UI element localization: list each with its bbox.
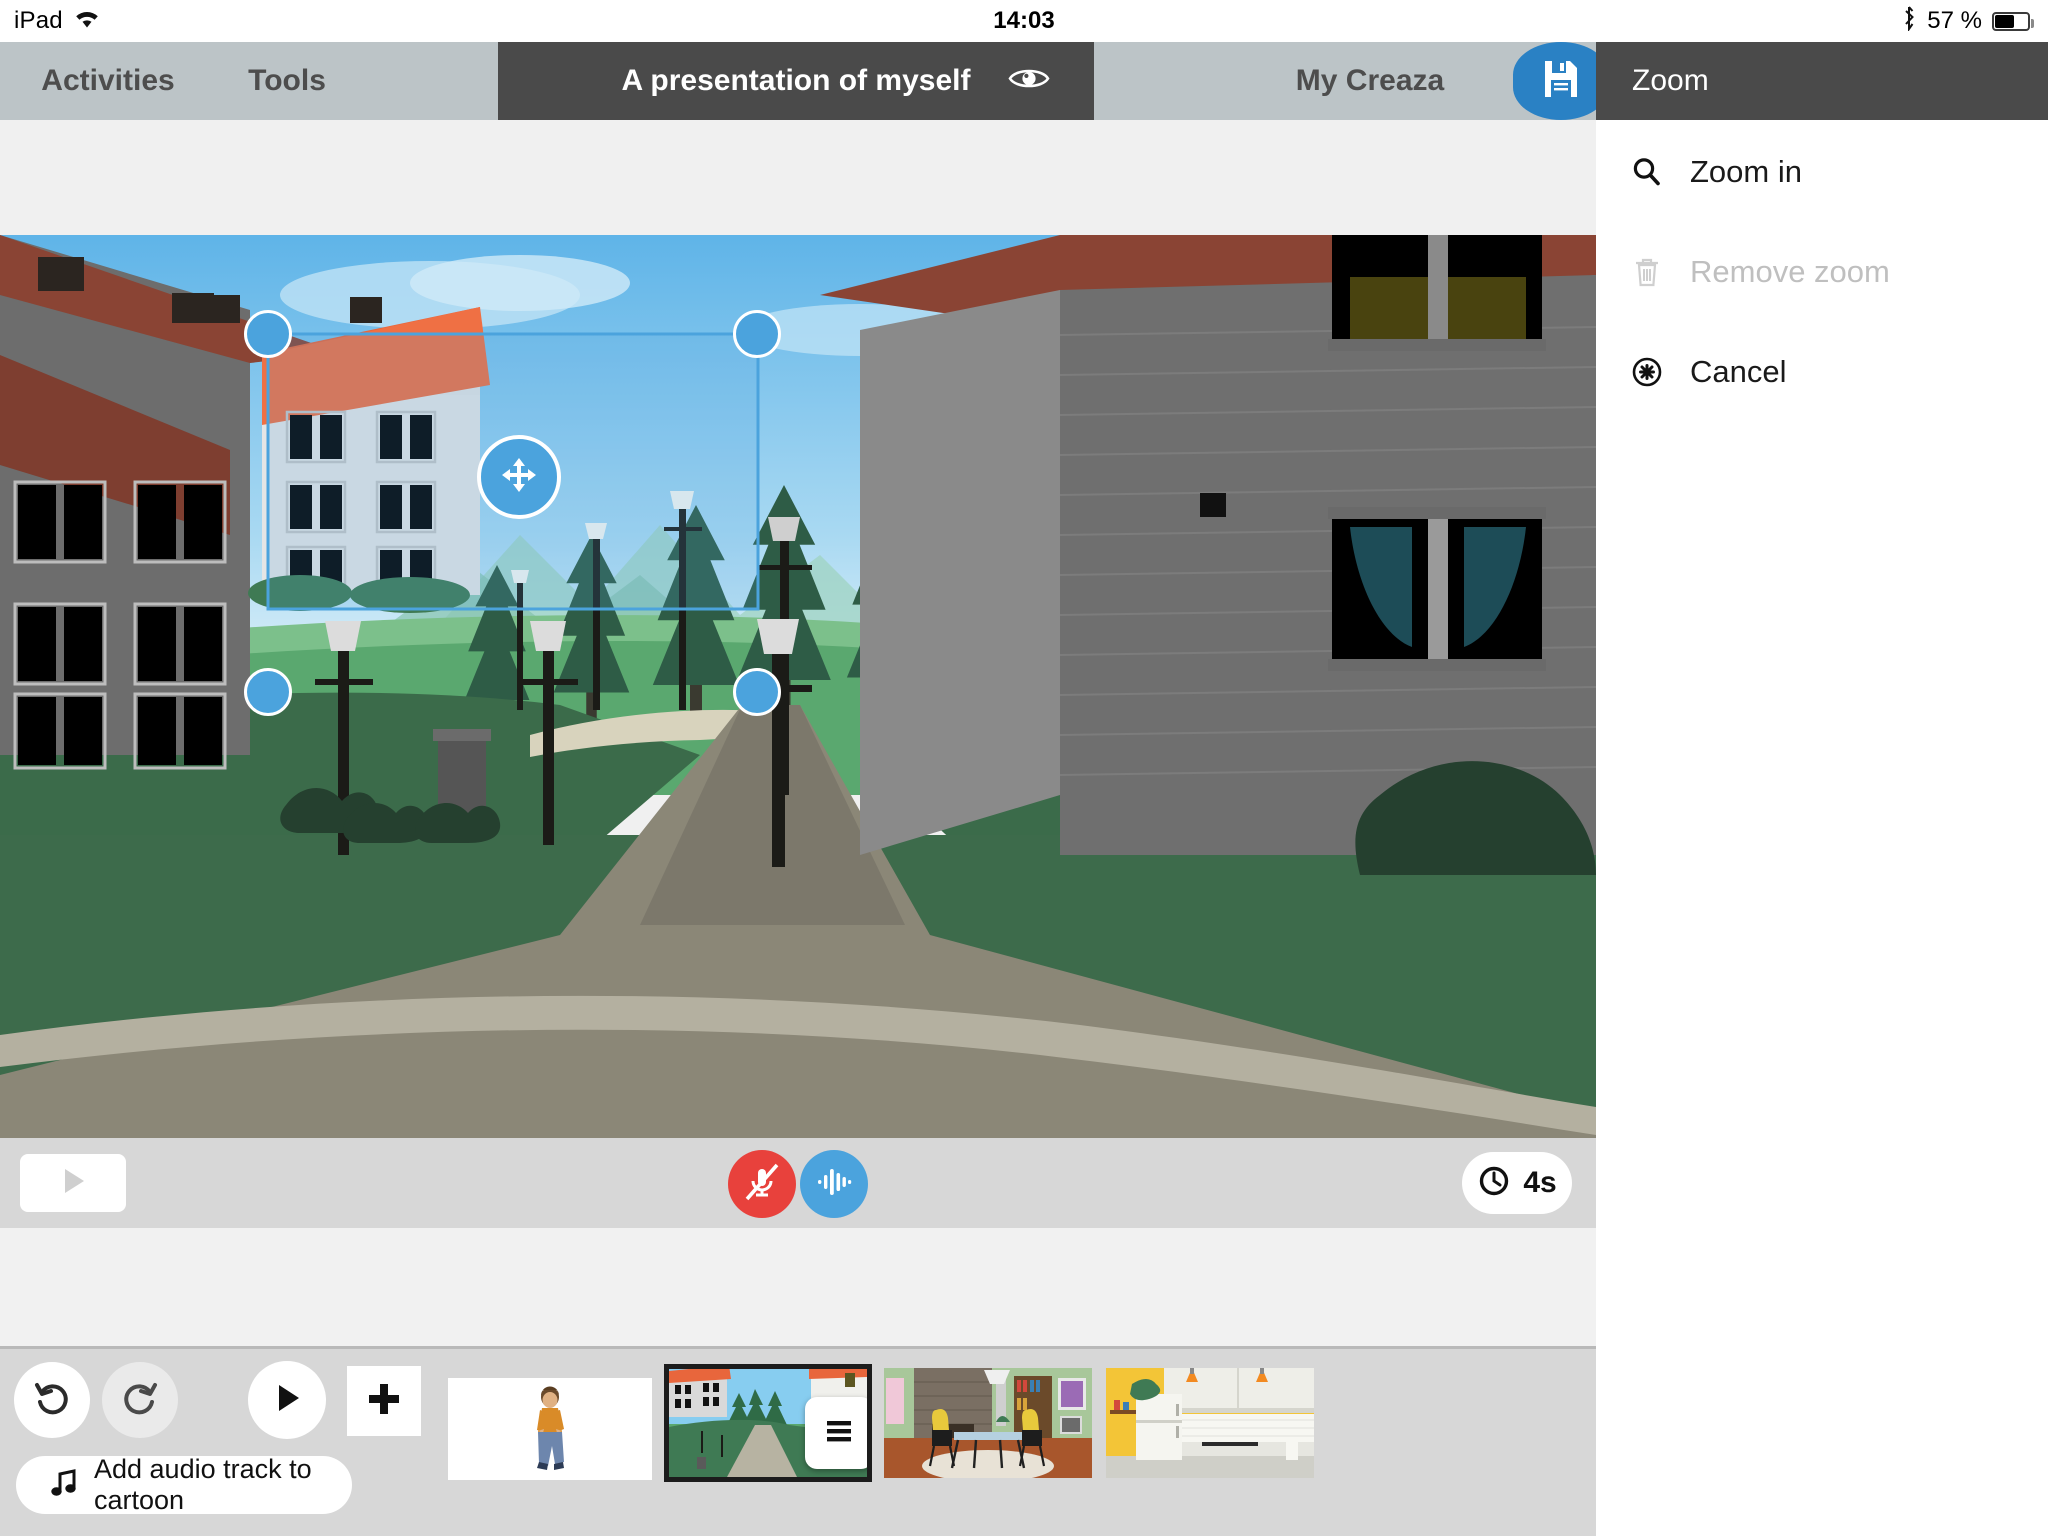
- scene-duration-badge[interactable]: 4s: [1462, 1152, 1572, 1214]
- magnifier-search-icon: [1630, 155, 1664, 189]
- activities-button[interactable]: Activities: [28, 42, 188, 120]
- redo-arrow-icon: [120, 1378, 160, 1423]
- circle-x-cancel-icon: [1630, 355, 1664, 389]
- sidebar-item-label: Remove zoom: [1690, 254, 1890, 289]
- audio-waveform-icon: [812, 1160, 856, 1209]
- selection-handle-top-right[interactable]: [733, 310, 781, 358]
- status-bar-right: 57 %: [1901, 5, 2034, 38]
- panel-title: Zoom: [1596, 42, 2048, 120]
- page-title: A presentation of myself: [621, 64, 971, 97]
- timeline-scene-1[interactable]: [664, 1364, 872, 1482]
- battery-icon: [1992, 11, 2034, 31]
- timeline-scene-2[interactable]: [884, 1368, 1092, 1478]
- bottom-timeline-bar: Add audio track to cartoon: [0, 1346, 1596, 1536]
- redo-button[interactable]: [102, 1362, 178, 1438]
- plus-icon: [365, 1380, 403, 1423]
- microphone-muted-icon: [740, 1160, 784, 1209]
- eye-icon[interactable]: [1008, 65, 1050, 98]
- sidebar-item-zoom-in[interactable]: Zoom in: [1596, 138, 2048, 206]
- add-audio-track-label: Add audio track to cartoon: [94, 1454, 312, 1515]
- selection-handle-bottom-right[interactable]: [733, 668, 781, 716]
- timeline-scene-3[interactable]: [1106, 1368, 1314, 1478]
- sidebar-item-label: Zoom in: [1690, 154, 1802, 189]
- add-scene-button[interactable]: [347, 1366, 421, 1436]
- scene-menu-button[interactable]: [805, 1397, 867, 1469]
- clock-icon: [1477, 1164, 1511, 1203]
- scene-artwork: [0, 120, 1596, 1138]
- scene-playback-bar: 4s: [0, 1138, 1596, 1228]
- audio-waveform-button[interactable]: [800, 1150, 868, 1218]
- project-title-tab[interactable]: A presentation of myself: [498, 42, 1094, 120]
- my-creaza-button[interactable]: My Creaza: [1255, 42, 1485, 120]
- play-triangle-icon: [267, 1378, 307, 1423]
- sidebar-item-remove-zoom[interactable]: Remove zoom: [1596, 238, 2048, 306]
- empty-panel-gap: [0, 1228, 1596, 1346]
- ios-status-bar: iPad 14:03 57 %: [0, 0, 2048, 42]
- move-arrows-icon: [499, 455, 539, 500]
- selection-handle-top-left[interactable]: [244, 310, 292, 358]
- cartoon-stage[interactable]: [0, 120, 1596, 1138]
- hamburger-menu-icon: [821, 1416, 857, 1451]
- tools-button[interactable]: Tools: [232, 42, 342, 120]
- music-note-icon: [48, 1468, 78, 1503]
- trash-can-icon: [1630, 255, 1664, 289]
- status-bar-clock: 14:03: [993, 7, 1055, 34]
- scene-duration-label: 4s: [1523, 1166, 1557, 1199]
- zoom-options-panel: Zoom in Remove zoom Cancel: [1596, 120, 2048, 1536]
- top-navigation-bar: Activities Tools A presentation of mysel…: [0, 42, 2048, 120]
- scene-play-button[interactable]: [20, 1154, 126, 1212]
- floppy-disk-save-icon: [1543, 59, 1579, 104]
- bluetooth-icon: [1901, 5, 1917, 38]
- sidebar-item-label: Cancel: [1690, 354, 1787, 389]
- add-audio-track-button[interactable]: Add audio track to cartoon: [16, 1454, 352, 1515]
- character-thumbnail[interactable]: [448, 1378, 652, 1480]
- play-triangle-icon: [56, 1164, 90, 1203]
- record-voice-button[interactable]: [728, 1150, 796, 1218]
- selection-handle-bottom-left[interactable]: [244, 668, 292, 716]
- save-button[interactable]: [1513, 42, 1609, 120]
- undo-button[interactable]: [14, 1362, 90, 1438]
- battery-percent-label: 57 %: [1927, 7, 1982, 34]
- move-handle[interactable]: [477, 435, 561, 519]
- timeline-play-button[interactable]: [248, 1361, 326, 1439]
- undo-arrow-icon: [32, 1378, 72, 1423]
- sidebar-item-cancel[interactable]: Cancel: [1596, 338, 2048, 406]
